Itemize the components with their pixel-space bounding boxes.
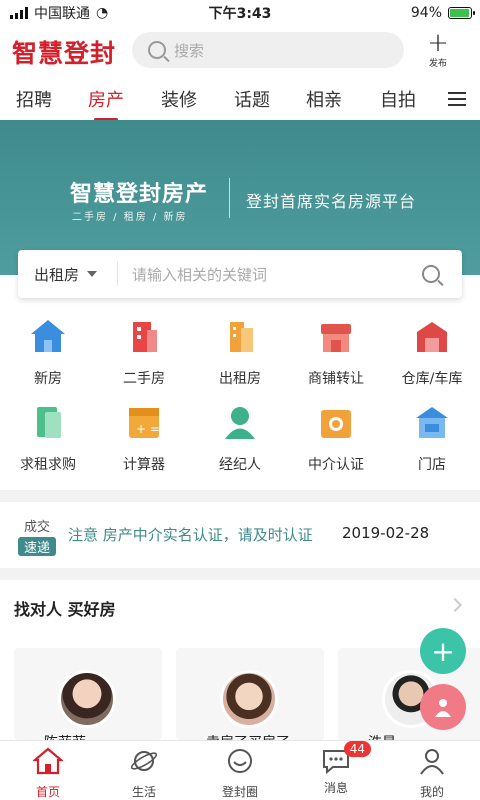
building-icon bbox=[133, 322, 157, 352]
store-icon bbox=[416, 407, 448, 438]
section-divider bbox=[0, 568, 480, 580]
category-seeking[interactable]: 求租求购 bbox=[0, 404, 96, 474]
agent-name: 卖房了买房了 bbox=[206, 732, 290, 740]
nav-home[interactable]: 首页 bbox=[0, 747, 96, 800]
tab-recruit[interactable]: 招聘 bbox=[16, 86, 52, 112]
category-label: 计算器 bbox=[123, 457, 165, 473]
category-label: 新房 bbox=[34, 371, 62, 387]
nav-profile[interactable]: 我的 bbox=[384, 747, 480, 800]
clock: 下午3:43 bbox=[208, 6, 272, 22]
section-divider bbox=[0, 490, 480, 502]
menu-icon[interactable] bbox=[448, 92, 466, 106]
status-bar: 中国联通 ◔ 下午3:43 94% bbox=[0, 0, 480, 26]
banner-slogan: 登封首席实名房源平台 bbox=[246, 192, 417, 211]
certification-icon bbox=[321, 410, 351, 438]
battery-percent: 94% bbox=[410, 5, 442, 21]
app-logo: 智慧登封 bbox=[12, 39, 117, 68]
category-label: 中介认证 bbox=[308, 457, 364, 473]
type-dropdown[interactable]: 出租房 bbox=[18, 262, 118, 286]
category-rental[interactable]: 出租房 bbox=[192, 318, 288, 388]
tab-property[interactable]: 房产 bbox=[88, 86, 124, 112]
avatar bbox=[220, 670, 278, 728]
category-new-house[interactable]: 新房 bbox=[0, 318, 96, 388]
category-store[interactable]: 门店 bbox=[384, 404, 480, 474]
document-icon bbox=[37, 407, 61, 438]
plus-icon: + bbox=[427, 28, 449, 58]
home-icon bbox=[31, 747, 65, 775]
agent-name: 浩星 bbox=[368, 732, 396, 740]
banner-divider bbox=[229, 178, 230, 218]
category-label: 求租求购 bbox=[20, 457, 76, 473]
banner-subtitle: 二手房 / 租房 / 新房 bbox=[72, 212, 188, 223]
publish-button[interactable]: + 发布 bbox=[418, 30, 458, 69]
publish-label: 发布 bbox=[428, 59, 447, 69]
nav-life[interactable]: 生活 bbox=[96, 747, 192, 800]
news-ticker[interactable]: 成交 速递 注意 房产中介实名认证，请及时认证 2019-02-28 bbox=[0, 512, 480, 568]
search-input[interactable]: 搜索 bbox=[132, 32, 404, 68]
category-label: 出租房 bbox=[219, 371, 261, 387]
apartment-icon bbox=[230, 322, 253, 352]
tab-decoration[interactable]: 装修 bbox=[161, 86, 197, 112]
chevron-right-icon[interactable] bbox=[447, 597, 463, 613]
tab-dating[interactable]: 相亲 bbox=[306, 86, 342, 112]
search-icon[interactable] bbox=[422, 265, 440, 283]
planet-icon bbox=[130, 751, 158, 771]
user-float-button[interactable] bbox=[420, 684, 466, 730]
category-second-hand[interactable]: 二手房 bbox=[96, 318, 192, 388]
search-icon bbox=[148, 41, 166, 59]
category-label: 经纪人 bbox=[219, 457, 261, 473]
user-icon bbox=[435, 699, 451, 717]
chevron-down-icon bbox=[87, 271, 98, 277]
news-badge: 成交 速递 bbox=[18, 516, 56, 556]
category-certification[interactable]: 中介认证 bbox=[288, 404, 384, 474]
category-label: 门店 bbox=[418, 457, 446, 473]
nav-circle[interactable]: 登封圈 bbox=[192, 747, 288, 800]
agent-name: 陈菲菲 bbox=[44, 732, 86, 740]
app-header: 智慧登封 搜索 + 发布 bbox=[0, 30, 480, 72]
tab-selfie[interactable]: 自拍 bbox=[380, 86, 416, 112]
battery-icon bbox=[448, 7, 475, 19]
add-button[interactable]: + bbox=[420, 628, 466, 674]
tab-topics[interactable]: 话题 bbox=[234, 86, 270, 112]
agents-section-title: 找对人 买好房 bbox=[14, 600, 116, 619]
svg-text:+ =: + = bbox=[136, 422, 160, 436]
message-count-badge: 44 bbox=[343, 741, 371, 757]
profile-icon bbox=[420, 749, 444, 775]
category-label: 仓库/车库 bbox=[401, 371, 463, 387]
calculator-icon: + = bbox=[129, 408, 160, 438]
category-shop-transfer[interactable]: 商铺转让 bbox=[288, 318, 384, 388]
category-agent[interactable]: 经纪人 bbox=[192, 404, 288, 474]
type-dropdown-value: 出租房 bbox=[34, 265, 80, 284]
category-label: 商铺转让 bbox=[308, 371, 364, 387]
category-warehouse[interactable]: 仓库/车库 bbox=[384, 318, 480, 388]
category-tabs: 招聘 房产 装修 话题 相亲 自拍 bbox=[0, 80, 480, 120]
category-label: 二手房 bbox=[123, 371, 165, 387]
keyword-input[interactable]: 请输入相关的关键词 bbox=[118, 264, 422, 285]
news-text: 注意 房产中介实名认证，请及时认证 bbox=[68, 526, 313, 544]
shop-icon bbox=[321, 324, 351, 352]
avatar bbox=[58, 670, 116, 728]
warehouse-icon bbox=[417, 322, 447, 352]
search-placeholder: 搜索 bbox=[174, 41, 205, 60]
property-search-bar: 出租房 请输入相关的关键词 bbox=[18, 250, 462, 298]
banner-title: 智慧登封房产 bbox=[70, 182, 209, 207]
agent-card[interactable]: 陈菲菲 bbox=[14, 648, 162, 740]
circle-icon bbox=[228, 749, 252, 773]
news-date: 2019-02-28 bbox=[342, 524, 430, 542]
bottom-nav: 首页 生活 登封圈 44 消息 我的 bbox=[0, 740, 480, 800]
category-calculator[interactable]: + = 计算器 bbox=[96, 404, 192, 474]
house-icon bbox=[31, 320, 65, 352]
agent-card[interactable]: 卖房了买房了 bbox=[176, 648, 324, 740]
nav-messages[interactable]: 44 消息 bbox=[288, 741, 384, 796]
agent-icon bbox=[225, 407, 255, 439]
